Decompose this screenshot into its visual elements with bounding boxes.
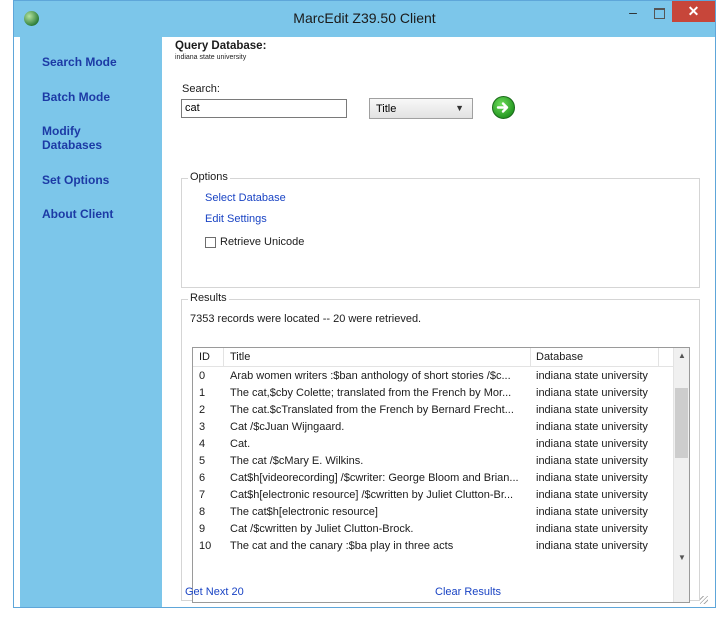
resize-grip-icon[interactable]: [700, 596, 708, 604]
edit-settings-link[interactable]: Edit Settings: [205, 213, 267, 225]
cell-id: 8: [199, 506, 206, 518]
retrieve-unicode-label: Retrieve Unicode: [220, 236, 305, 248]
cell-database: indiana state university: [536, 523, 648, 535]
search-field-value: Title: [376, 103, 397, 115]
cell-id: 2: [199, 404, 206, 416]
cell-database: indiana state university: [536, 472, 648, 484]
results-legend: Results: [188, 292, 229, 304]
table-row[interactable]: 2 The cat.$cTranslated from the French b…: [193, 402, 673, 419]
search-label: Search:: [182, 83, 220, 95]
maximize-icon: [654, 8, 665, 19]
scroll-down-icon[interactable]: ▼: [674, 550, 689, 566]
cell-id: 5: [199, 455, 206, 467]
cell-database: indiana state university: [536, 387, 648, 399]
column-divider: [223, 348, 224, 366]
table-row[interactable]: 6 Cat$h[videorecording] /$cwriter: Georg…: [193, 470, 673, 487]
maximize-button[interactable]: [647, 3, 671, 23]
column-header-database[interactable]: Database: [536, 351, 583, 363]
scroll-up-icon[interactable]: ▲: [674, 348, 689, 364]
cell-database: indiana state university: [536, 455, 648, 467]
sidebar-item-batch-mode[interactable]: Batch Mode: [42, 90, 110, 104]
get-next-link[interactable]: Get Next 20: [185, 586, 244, 598]
column-header-title[interactable]: Title: [230, 351, 250, 363]
search-field-select[interactable]: Title ▼: [369, 98, 473, 119]
sidebar-item-set-options[interactable]: Set Options: [42, 173, 109, 187]
close-button[interactable]: ✕: [672, 1, 715, 22]
cell-database: indiana state university: [536, 489, 648, 501]
app-window: MarcEdit Z39.50 Client – ✕ Search Mode B…: [13, 0, 716, 608]
results-summary: 7353 records were located -- 20 were ret…: [190, 313, 422, 325]
sidebar-item-search-mode[interactable]: Search Mode: [42, 55, 117, 69]
cell-database: indiana state university: [536, 404, 648, 416]
table-header: ID Title Database: [193, 348, 673, 367]
arrow-right-icon: [496, 102, 509, 113]
options-legend: Options: [188, 171, 230, 183]
table-row[interactable]: 3 Cat /$cJuan Wijngaard. indiana state u…: [193, 419, 673, 436]
cell-database: indiana state university: [536, 506, 648, 518]
cell-id: 6: [199, 472, 206, 484]
cell-id: 10: [199, 540, 212, 552]
cell-database: indiana state university: [536, 421, 648, 433]
retrieve-unicode-checkbox[interactable]: [205, 237, 216, 248]
cell-title: Cat /$cwritten by Juliet Clutton-Brock.: [230, 523, 414, 535]
window-title: MarcEdit Z39.50 Client: [293, 10, 436, 26]
table-row[interactable]: 4 Cat. indiana state university: [193, 436, 673, 453]
cell-title: Cat$h[videorecording] /$cwriter: George …: [230, 472, 519, 484]
cell-id: 9: [199, 523, 206, 535]
cell-id: 3: [199, 421, 206, 433]
cell-title: Cat$h[electronic resource] /$cwritten by…: [230, 489, 514, 501]
sidebar-item-modify-databases[interactable]: Modify Databases: [42, 124, 117, 152]
query-database-title: Query Database:: [175, 40, 267, 52]
table-row[interactable]: 8 The cat$h[electronic resource] indiana…: [193, 504, 673, 521]
cell-database: indiana state university: [536, 540, 648, 552]
table-row[interactable]: 1 The cat,$cby Colette; translated from …: [193, 385, 673, 402]
main-panel: Query Database: indiana state university…: [162, 37, 709, 605]
cell-database: indiana state university: [536, 438, 648, 450]
cell-id: 1: [199, 387, 206, 399]
cell-database: indiana state university: [536, 370, 648, 382]
results-table: ID Title Database 0 Arab women writers :…: [192, 347, 690, 603]
clear-results-link[interactable]: Clear Results: [435, 586, 501, 598]
cell-title: Cat.: [230, 438, 251, 450]
go-search-button[interactable]: [492, 96, 515, 119]
table-row[interactable]: 9 Cat /$cwritten by Juliet Clutton-Brock…: [193, 521, 673, 538]
title-bar[interactable]: MarcEdit Z39.50 Client – ✕: [14, 1, 715, 37]
select-database-link[interactable]: Select Database: [205, 192, 286, 204]
query-database-name: indiana state university: [175, 54, 247, 61]
cell-title: The cat$h[electronic resource]: [230, 506, 378, 518]
cell-title: Cat /$cJuan Wijngaard.: [230, 421, 345, 433]
cell-id: 7: [199, 489, 206, 501]
scrollbar-thumb[interactable]: [675, 388, 688, 458]
minimize-button[interactable]: –: [620, 3, 646, 23]
table-row[interactable]: 7 Cat$h[electronic resource] /$cwritten …: [193, 487, 673, 504]
column-header-id[interactable]: ID: [199, 351, 210, 363]
cell-title: The cat /$cMary E. Wilkins.: [230, 455, 364, 467]
table-row[interactable]: 0 Arab women writers :$ban anthology of …: [193, 368, 673, 385]
table-row[interactable]: 5 The cat /$cMary E. Wilkins. indiana st…: [193, 453, 673, 470]
sidebar-item-about-client[interactable]: About Client: [42, 207, 113, 221]
search-input[interactable]: cat: [181, 99, 347, 118]
cell-title: The cat.$cTranslated from the French by …: [230, 404, 514, 416]
table-row[interactable]: 10 The cat and the canary :$ba play in t…: [193, 538, 673, 555]
cell-title: Arab women writers :$ban anthology of sh…: [230, 370, 511, 382]
sidebar: Search Mode Batch Mode Modify Databases …: [20, 37, 162, 607]
column-divider: [530, 348, 531, 366]
vertical-scrollbar[interactable]: ▲ ▼: [673, 348, 689, 602]
column-divider: [658, 348, 659, 366]
cell-title: The cat and the canary :$ba play in thre…: [230, 540, 454, 552]
cell-id: 0: [199, 370, 206, 382]
chevron-down-icon: ▼: [455, 103, 464, 113]
cell-id: 4: [199, 438, 206, 450]
cell-title: The cat,$cby Colette; translated from th…: [230, 387, 512, 399]
